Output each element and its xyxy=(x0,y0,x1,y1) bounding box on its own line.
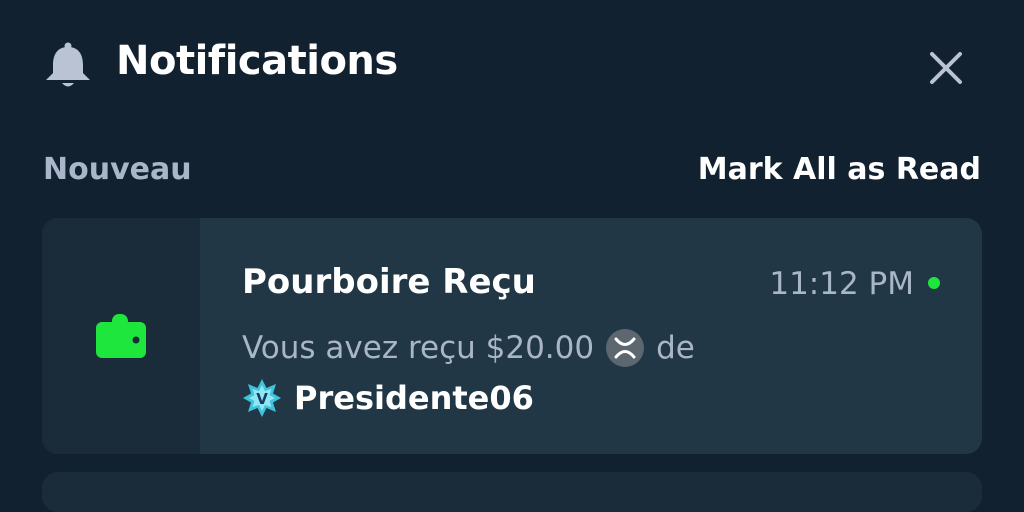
unread-dot xyxy=(928,277,940,289)
notifications-header: Notifications xyxy=(42,36,982,96)
message-suffix: de xyxy=(656,330,695,366)
sender-row[interactable]: V Presidente06 xyxy=(242,376,534,420)
notification-title: Pourboire Reçu xyxy=(242,262,536,302)
notification-message: Vous avez reçu $20.00 de xyxy=(242,328,695,368)
notification-card[interactable]: Pourboire Reçu 11:12 PM Vous avez reçu $… xyxy=(42,218,982,454)
close-icon[interactable] xyxy=(924,46,968,90)
wallet-icon xyxy=(96,314,146,358)
xrp-coin-icon xyxy=(606,329,645,367)
notification-time: 11:12 PM xyxy=(769,266,914,302)
section-label-new: Nouveau xyxy=(43,152,192,187)
page-title: Notifications xyxy=(116,38,398,84)
message-prefix: Vous avez reçu $20.00 xyxy=(242,330,595,366)
sender-username[interactable]: Presidente06 xyxy=(294,379,534,417)
notification-card-partial[interactable] xyxy=(42,472,982,512)
vip-badge-letter: V xyxy=(256,390,268,408)
bell-icon xyxy=(46,42,90,87)
section-header: Nouveau Mark All as Read xyxy=(43,152,981,192)
vip-star-badge-icon: V xyxy=(243,379,281,417)
notification-icon-panel xyxy=(42,218,200,454)
mark-all-read-button[interactable]: Mark All as Read xyxy=(698,152,981,187)
